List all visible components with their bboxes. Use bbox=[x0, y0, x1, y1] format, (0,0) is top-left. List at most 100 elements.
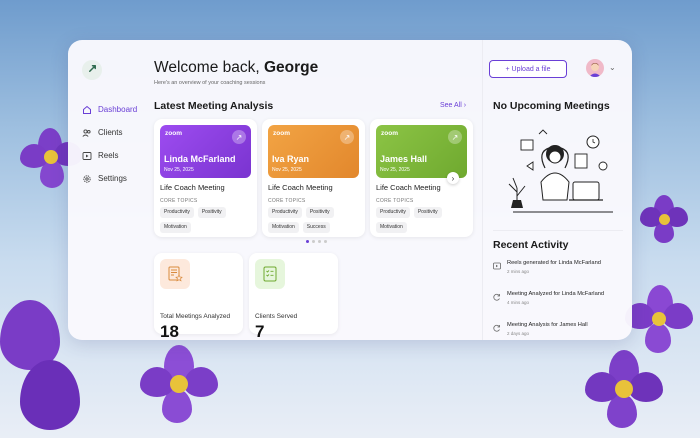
section-title-meetings: Latest Meeting Analysis bbox=[154, 100, 274, 112]
carousel-dot[interactable] bbox=[324, 240, 327, 243]
refresh-icon bbox=[493, 293, 501, 301]
topic-tags: Productivity Positivity Motivation Succe… bbox=[268, 207, 363, 233]
sidebar: Dashboard Clients Reels Settings bbox=[68, 40, 146, 340]
sidebar-item-label: Dashboard bbox=[98, 105, 138, 114]
sidebar-item-clients[interactable]: Clients bbox=[82, 121, 137, 144]
play-icon bbox=[493, 262, 501, 270]
main-content: Welcome back, George Here's an overview … bbox=[154, 40, 484, 340]
meeting-card[interactable]: zoom ↗ Linda McFarland Nov 25, 2025 Life… bbox=[154, 119, 257, 237]
carousel-next-button[interactable]: › bbox=[447, 172, 459, 184]
topic-tag: Motivation bbox=[268, 222, 299, 233]
document-star-icon bbox=[160, 259, 190, 289]
checklist-icon bbox=[255, 259, 285, 289]
carousel-dot[interactable] bbox=[312, 240, 315, 243]
flower-decoration-bottom-right bbox=[585, 350, 665, 430]
topic-tags: Productivity Positivity Motivation bbox=[160, 207, 255, 233]
topic-tag: Productivity bbox=[376, 207, 410, 218]
stat-card-meetings: Total Meetings Analyzed 18 bbox=[154, 253, 243, 340]
topic-tag: Positivity bbox=[305, 207, 334, 218]
carousel-dot[interactable] bbox=[318, 240, 321, 243]
client-name: James Hall bbox=[380, 154, 428, 164]
sidebar-item-dashboard[interactable]: Dashboard bbox=[82, 98, 137, 121]
users-icon bbox=[82, 128, 92, 138]
client-name: Iva Ryan bbox=[272, 154, 310, 164]
video-icon bbox=[82, 151, 92, 161]
page-title: Welcome back, George bbox=[154, 59, 318, 77]
gear-icon bbox=[82, 174, 92, 184]
topic-tag: Positivity bbox=[413, 207, 442, 218]
home-icon bbox=[82, 105, 92, 115]
activity-text: Reels generated for Linda McFarland bbox=[507, 260, 601, 266]
card-banner: zoom ↗ James Hall Nov 25, 2025 bbox=[376, 125, 467, 178]
relaxing-person-illustration bbox=[503, 122, 619, 218]
sidebar-nav: Dashboard Clients Reels Settings bbox=[82, 98, 137, 190]
stat-value: 7 bbox=[255, 322, 265, 340]
meeting-title: Life Coach Meeting bbox=[160, 183, 225, 192]
stat-label: Clients Served bbox=[255, 313, 298, 320]
topic-tags: Productivity Positivity Motivation bbox=[376, 207, 471, 233]
arrow-up-right-icon: ↗ bbox=[451, 132, 459, 142]
activity-text: Meeting Analysis for James Hall bbox=[507, 322, 588, 328]
arrow-up-right-icon: ↗ bbox=[235, 132, 243, 142]
user-name: George bbox=[263, 59, 319, 76]
dashboard-window: Dashboard Clients Reels Settings Welcome… bbox=[68, 40, 632, 340]
topic-tag: Positivity bbox=[197, 207, 226, 218]
core-topics-label: CORE TOPICS bbox=[160, 198, 198, 204]
core-topics-label: CORE TOPICS bbox=[376, 198, 414, 204]
card-banner: zoom ↗ Linda McFarland Nov 25, 2025 bbox=[160, 125, 251, 178]
see-all-label: See All bbox=[440, 102, 462, 109]
stat-value: 18 bbox=[160, 322, 179, 340]
topic-tag: Success bbox=[302, 222, 330, 233]
flower-decoration-top-right bbox=[640, 195, 690, 245]
topic-tag: Productivity bbox=[268, 207, 302, 218]
open-card-button[interactable]: ↗ bbox=[340, 130, 354, 144]
activity-text: Meeting Analyzed for Linda McFarland bbox=[507, 291, 605, 297]
card-banner: zoom ↗ Iva Ryan Nov 25, 2025 bbox=[268, 125, 359, 178]
meeting-title: Life Coach Meeting bbox=[268, 183, 333, 192]
sidebar-item-reels[interactable]: Reels bbox=[82, 144, 137, 167]
sidebar-item-label: Settings bbox=[98, 174, 127, 183]
stat-label: Total Meetings Analyzed bbox=[160, 313, 231, 320]
client-name: Linda McFarland bbox=[164, 154, 236, 164]
meeting-date: Nov 25, 2025 bbox=[164, 167, 194, 173]
right-panel: + Upload a file ⌄ No Upcoming Meetings R… bbox=[482, 40, 632, 340]
activity-item[interactable]: Meeting Analysis for James Hall 2 days a… bbox=[493, 322, 623, 340]
topic-tag: Motivation bbox=[160, 222, 191, 233]
app-logo[interactable] bbox=[82, 60, 102, 80]
avatar[interactable] bbox=[586, 59, 604, 77]
meeting-card[interactable]: zoom ↗ Iva Ryan Nov 25, 2025 Life Coach … bbox=[262, 119, 365, 237]
topic-tag: Motivation bbox=[376, 222, 407, 233]
sidebar-item-label: Clients bbox=[98, 128, 123, 137]
activity-item[interactable]: Reels generated for Linda McFarland 2 mi… bbox=[493, 260, 623, 291]
activity-list: Reels generated for Linda McFarland 2 mi… bbox=[493, 260, 623, 340]
page-subtitle: Here's an overview of your coaching sess… bbox=[154, 80, 266, 86]
core-topics-label: CORE TOPICS bbox=[268, 198, 306, 204]
carousel-dot[interactable] bbox=[306, 240, 309, 243]
sidebar-item-label: Reels bbox=[98, 151, 119, 160]
chevron-right-icon: › bbox=[451, 173, 455, 183]
upcoming-meetings-title: No Upcoming Meetings bbox=[493, 100, 610, 112]
flower-decoration-right bbox=[625, 285, 695, 355]
refresh-icon bbox=[493, 324, 501, 332]
platform-label: zoom bbox=[381, 130, 398, 137]
activity-item[interactable]: Meeting Analyzed for Linda McFarland 4 m… bbox=[493, 291, 623, 322]
open-card-button[interactable]: ↗ bbox=[448, 130, 462, 144]
arrow-up-right-icon: ↗ bbox=[343, 132, 351, 142]
platform-label: zoom bbox=[273, 130, 290, 137]
meeting-date: Nov 25, 2025 bbox=[380, 167, 410, 173]
carousel-dots bbox=[306, 240, 327, 243]
activity-time: 4 mins ago bbox=[507, 300, 530, 305]
open-card-button[interactable]: ↗ bbox=[232, 130, 246, 144]
meeting-date: Nov 25, 2025 bbox=[272, 167, 302, 173]
welcome-prefix: Welcome back, bbox=[154, 59, 260, 76]
sidebar-item-settings[interactable]: Settings bbox=[82, 167, 137, 190]
stat-card-clients: Clients Served 7 bbox=[249, 253, 338, 340]
upload-file-button[interactable]: + Upload a file bbox=[489, 60, 567, 78]
chevron-down-icon[interactable]: ⌄ bbox=[609, 63, 616, 72]
meeting-cards: zoom ↗ Linda McFarland Nov 25, 2025 Life… bbox=[154, 119, 484, 237]
see-all-link[interactable]: See All › bbox=[440, 102, 466, 109]
divider bbox=[493, 230, 623, 231]
activity-time: 2 mins ago bbox=[507, 269, 530, 274]
meeting-title: Life Coach Meeting bbox=[376, 183, 441, 192]
platform-label: zoom bbox=[165, 130, 182, 137]
